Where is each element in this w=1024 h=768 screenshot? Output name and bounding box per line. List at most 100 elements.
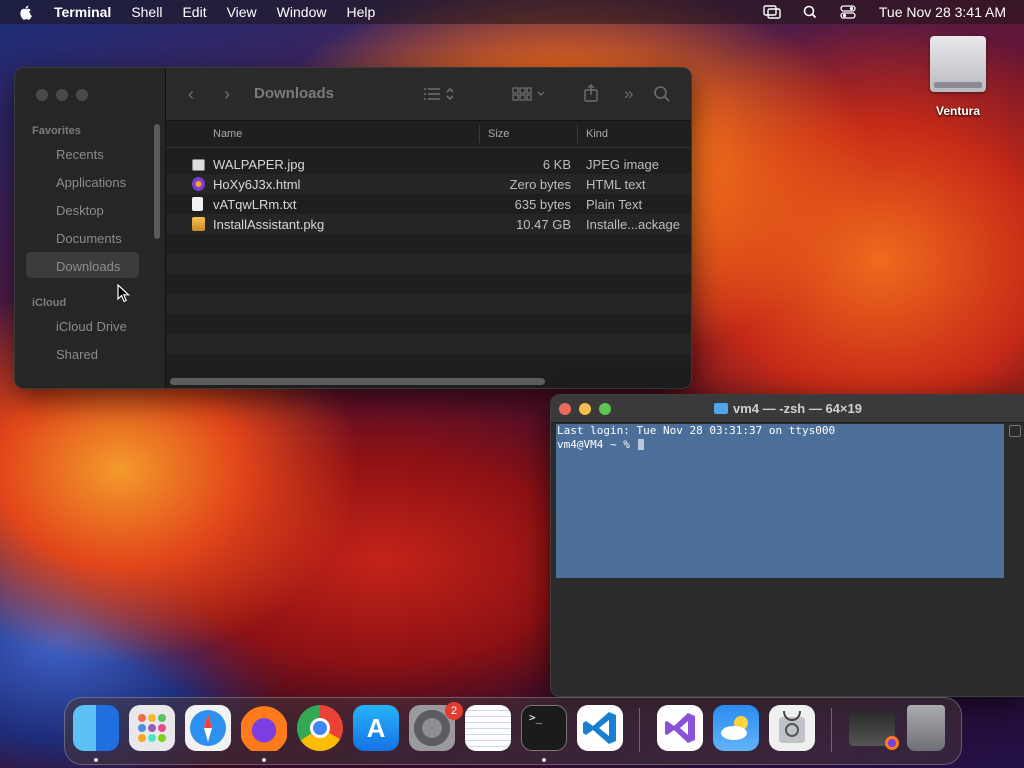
dock-weather-icon[interactable]	[713, 705, 759, 751]
dock-trash-icon[interactable]	[907, 705, 945, 751]
empty-row	[166, 254, 691, 274]
column-header-size[interactable]: Size	[488, 128, 509, 140]
sidebar-scrollbar[interactable]	[154, 124, 160, 239]
dock-chrome-icon[interactable]	[297, 705, 343, 751]
launchpad-grid-icon	[138, 714, 166, 742]
zoom-button[interactable]	[76, 89, 88, 101]
sidebar-item-recents[interactable]: Recents	[56, 147, 104, 162]
terminal-output[interactable]: Last login: Tue Nov 28 03:31:37 on ttys0…	[556, 424, 1004, 578]
app-store-glyph-icon: A	[366, 712, 386, 743]
more-toolbar-icon[interactable]: »	[624, 84, 633, 104]
dock-downloads-stack-icon[interactable]	[849, 712, 899, 750]
running-indicator	[94, 758, 98, 762]
file-name: InstallAssistant.pkg	[213, 217, 325, 232]
back-icon[interactable]: ‹	[188, 84, 194, 105]
notification-badge: 2	[445, 702, 463, 720]
menu-help[interactable]: Help	[346, 4, 375, 20]
menu-window[interactable]: Window	[277, 4, 327, 20]
finder-title: Downloads	[254, 85, 335, 102]
terminal-title-text: vm4 — -zsh — 64×19	[733, 401, 862, 416]
terminal-cursor	[638, 439, 645, 450]
sidebar-item-shared[interactable]: Shared	[56, 347, 98, 362]
horizontal-scrollbar[interactable]	[170, 378, 545, 385]
sidebar-item-desktop[interactable]: Desktop	[56, 203, 104, 218]
terminal-window: vm4 — -zsh — 64×19 Last login: Tue Nov 2…	[550, 394, 1024, 697]
group-by-icon[interactable]	[511, 86, 551, 102]
dock-disk-utility-icon[interactable]	[769, 705, 815, 751]
sidebar-item-icloud-drive[interactable]: iCloud Drive	[56, 319, 127, 334]
file-row[interactable]: vATqwLRm.txt 635 bytes Plain Text	[166, 194, 691, 214]
finder-window: Favorites Recents Applications Desktop D…	[14, 67, 692, 389]
dock-firefox-icon[interactable]	[241, 705, 287, 751]
file-name: vATqwLRm.txt	[213, 197, 297, 212]
forward-icon[interactable]: ›	[224, 84, 230, 105]
terminal-titlebar[interactable]: vm4 — -zsh — 64×19	[551, 395, 1024, 423]
finder-toolbar: ‹ › Downloads »	[166, 68, 691, 121]
empty-row	[166, 314, 691, 334]
file-row[interactable]: InstallAssistant.pkg 10.47 GB Installe..…	[166, 214, 691, 234]
terminal-prompt-icon: >_	[529, 711, 543, 724]
folder-icon	[714, 403, 728, 414]
package-file-icon	[192, 217, 205, 231]
menu-view[interactable]: View	[227, 4, 257, 20]
chrome-center-icon	[310, 718, 330, 738]
dock-textedit-icon[interactable]	[465, 705, 511, 751]
dock-safari-icon[interactable]	[185, 705, 231, 751]
column-separator[interactable]	[479, 125, 480, 143]
menu-edit[interactable]: Edit	[182, 4, 206, 20]
menu-app-name[interactable]: Terminal	[54, 4, 111, 20]
firefox-badge-icon	[885, 736, 899, 750]
dock-terminal-icon[interactable]: >_	[521, 705, 567, 751]
dock-app-store-icon[interactable]: A	[353, 705, 399, 751]
dock-launchpad-icon[interactable]	[129, 705, 175, 751]
stethoscope-icon	[779, 710, 805, 743]
list-view-icon[interactable]	[422, 86, 462, 102]
column-headers: Name Size Kind	[166, 121, 691, 148]
finder-sidebar: Favorites Recents Applications Desktop D…	[15, 68, 166, 388]
mouse-pointer-icon	[117, 284, 131, 303]
running-indicator	[262, 758, 266, 762]
dock: A 2 >_	[64, 697, 962, 765]
terminal-prompt-line[interactable]: vm4@VM4 ~ %	[557, 438, 645, 451]
dock-finder-icon[interactable]	[73, 705, 119, 751]
file-name: WALPAPER.jpg	[213, 157, 305, 172]
desktop-drive[interactable]: Ventura	[925, 36, 991, 118]
empty-row	[166, 294, 691, 314]
spotlight-search-icon[interactable]	[801, 5, 819, 19]
share-icon[interactable]	[582, 83, 600, 103]
status-area: Tue Nov 28 3:41 AM	[743, 0, 1006, 24]
compass-icon	[190, 710, 226, 746]
dock-divider	[831, 708, 832, 752]
sidebar-item-documents[interactable]: Documents	[56, 231, 122, 246]
column-header-kind[interactable]: Kind	[586, 128, 608, 140]
column-header-name[interactable]: Name	[213, 128, 242, 140]
minimize-button[interactable]	[56, 89, 68, 101]
file-kind: JPEG image	[586, 157, 659, 172]
sidebar-header-favorites: Favorites	[32, 125, 81, 137]
cloud-sun-icon	[721, 716, 748, 740]
apple-menu-icon[interactable]	[18, 4, 34, 20]
menu-bar: Terminal Shell Edit View Window Help Tue…	[0, 0, 1024, 24]
file-row[interactable]: HoXy6J3x.html Zero bytes HTML text	[166, 174, 691, 194]
empty-row	[166, 334, 691, 354]
screen-mirroring-icon[interactable]	[763, 5, 781, 19]
finder-content: ‹ › Downloads » Name Size Kind WALPAPER.…	[166, 68, 691, 388]
dock-vscode-icon[interactable]	[577, 705, 623, 751]
menu-shell[interactable]: Shell	[131, 4, 162, 20]
file-size: 635 bytes	[514, 197, 571, 212]
search-icon[interactable]	[653, 85, 671, 103]
hard-drive-icon[interactable]	[930, 36, 986, 92]
text-file-icon	[192, 197, 203, 211]
sidebar-item-applications[interactable]: Applications	[56, 175, 126, 190]
sidebar-item-downloads[interactable]: Downloads	[56, 259, 120, 274]
dock-system-settings-icon[interactable]: 2	[409, 702, 463, 751]
control-center-icon[interactable]	[839, 5, 857, 19]
column-separator[interactable]	[577, 125, 578, 143]
file-row[interactable]: WALPAPER.jpg 6 KB JPEG image	[166, 154, 691, 174]
menubar-clock[interactable]: Tue Nov 28 3:41 AM	[879, 4, 1006, 20]
visual-studio-logo-icon	[665, 713, 695, 743]
dock-visual-studio-icon[interactable]	[657, 705, 703, 751]
empty-row	[166, 234, 691, 254]
close-button[interactable]	[36, 89, 48, 101]
split-view-icon[interactable]	[1009, 425, 1021, 437]
